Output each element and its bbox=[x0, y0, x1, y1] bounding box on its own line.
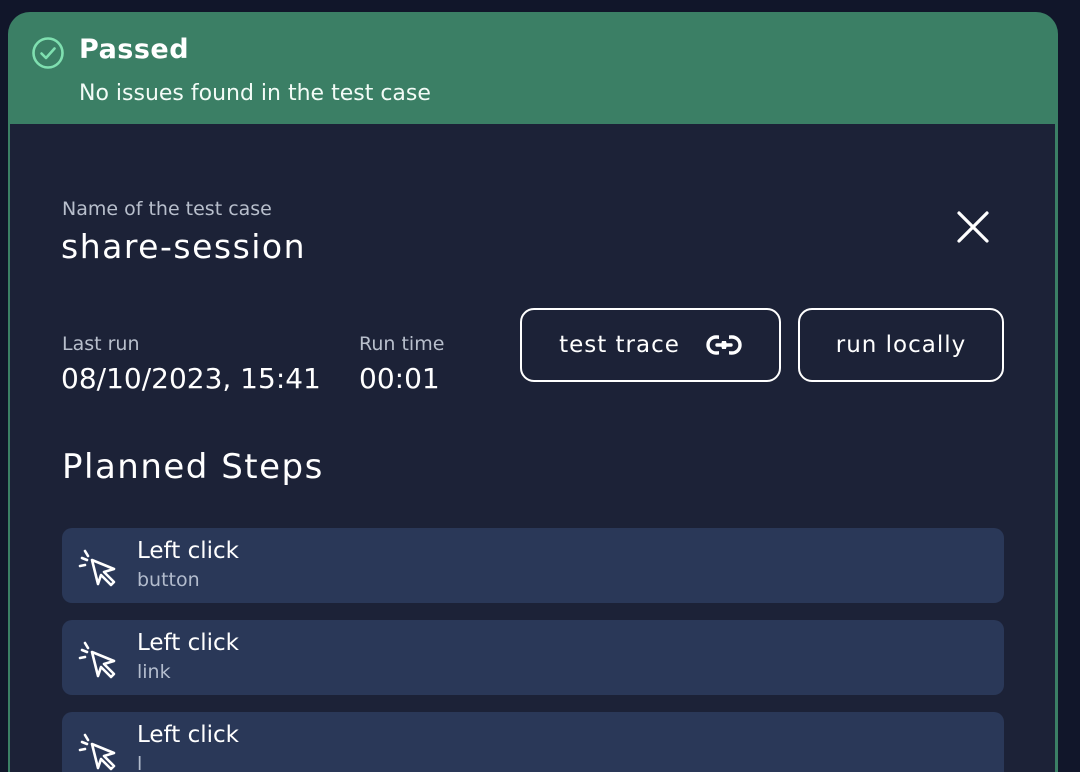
cursor-click-icon bbox=[78, 641, 116, 679]
status-title: Passed bbox=[79, 34, 190, 65]
status-banner: Passed No issues found in the test case bbox=[8, 12, 1058, 124]
test-case-name: share-session bbox=[61, 227, 307, 266]
step-target: l bbox=[137, 753, 143, 772]
test-case-name-label: Name of the test case bbox=[62, 198, 272, 220]
check-circle-icon bbox=[32, 37, 64, 69]
step-target: link bbox=[137, 661, 171, 683]
planned-steps-title: Planned Steps bbox=[62, 447, 324, 487]
run-time-label: Run time bbox=[359, 333, 445, 355]
step-item[interactable]: Left click button bbox=[62, 528, 1004, 603]
test-result-panel: Passed No issues found in the test case … bbox=[8, 12, 1058, 772]
test-trace-button[interactable]: test trace bbox=[520, 308, 781, 382]
test-trace-label: test trace bbox=[559, 332, 680, 358]
step-action: Left click bbox=[137, 630, 239, 656]
step-action: Left click bbox=[137, 538, 239, 564]
status-description: No issues found in the test case bbox=[79, 81, 431, 106]
last-run-label: Last run bbox=[62, 333, 140, 355]
close-icon[interactable] bbox=[953, 207, 993, 247]
step-item[interactable]: Left click l bbox=[62, 712, 1004, 772]
link-icon bbox=[706, 334, 742, 356]
test-details: Name of the test case share-session Last… bbox=[10, 124, 1055, 772]
step-item[interactable]: Left click link bbox=[62, 620, 1004, 695]
last-run-value: 08/10/2023, 15:41 bbox=[61, 362, 321, 395]
run-locally-button[interactable]: run locally bbox=[798, 308, 1004, 382]
cursor-click-icon bbox=[78, 733, 116, 771]
run-time-value: 00:01 bbox=[359, 362, 440, 395]
cursor-click-icon bbox=[78, 549, 116, 587]
step-target: button bbox=[137, 569, 200, 591]
step-action: Left click bbox=[137, 722, 239, 748]
